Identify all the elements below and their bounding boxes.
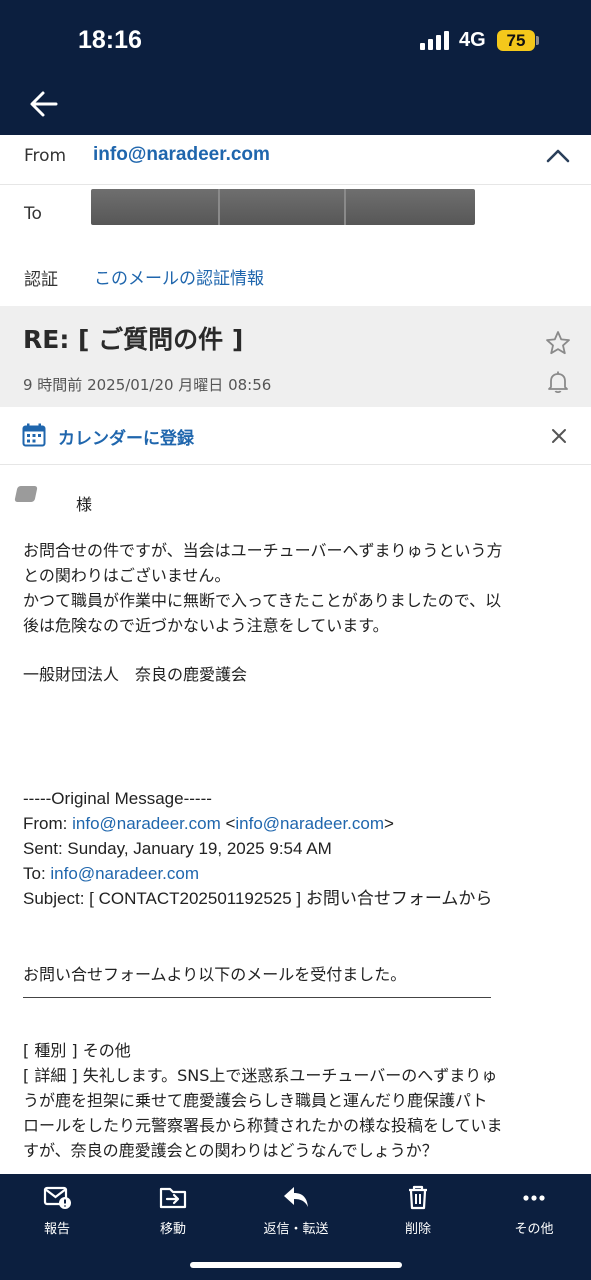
from-row: From info@naradeer.com	[0, 135, 591, 185]
report-button[interactable]: 報告	[7, 1182, 107, 1242]
original-from-link-2[interactable]: info@naradeer.com	[235, 814, 384, 833]
original-from-link[interactable]: info@naradeer.com	[72, 814, 221, 833]
to-row: To	[0, 185, 591, 245]
to-label: To	[24, 204, 42, 224]
move-button[interactable]: 移動	[123, 1182, 223, 1242]
divider	[23, 997, 491, 998]
move-label: 移動	[159, 1222, 186, 1237]
reply-forward-button[interactable]: 返信・転送	[246, 1182, 346, 1242]
email-body: 様 お問合せの件ですが、当会はユーチューバーへずまりゅうという方 との関わりはご…	[0, 466, 591, 1174]
battery-cap	[536, 36, 539, 45]
from-address[interactable]: info@naradeer.com	[93, 144, 270, 166]
battery-icon: 75	[497, 30, 535, 51]
redacted-recipient	[91, 189, 475, 225]
folder-move-icon	[159, 1187, 187, 1209]
auth-row: 認証 このメールの認証情報	[0, 245, 591, 306]
original-from-line: From: info@naradeer.com <info@naradeer.c…	[23, 814, 394, 833]
nav-bar	[0, 80, 591, 135]
reply-paragraph: お問合せの件ですが、当会はユーチューバーへずまりゅうという方 との関わりはござい…	[23, 541, 503, 635]
delete-button[interactable]: 削除	[368, 1182, 468, 1242]
reply-forward-label: 返信・転送	[263, 1222, 329, 1237]
calendar-icon[interactable]	[22, 423, 46, 447]
more-label: その他	[514, 1222, 554, 1237]
original-to-link[interactable]: info@naradeer.com	[50, 864, 199, 883]
report-label: 報告	[43, 1222, 70, 1237]
signature: 一般財団法人 奈良の鹿愛護会	[23, 665, 248, 684]
inquiry-details: [ 種別 ] その他 [ 詳細 ] 失礼します。SNS上で迷惑系ユーチューバーの…	[23, 1041, 503, 1160]
reply-icon	[284, 1187, 308, 1207]
calendar-row: カレンダーに登録	[0, 407, 591, 465]
from-label: From	[24, 146, 67, 166]
add-to-calendar-link[interactable]: カレンダーに登録	[58, 424, 194, 449]
more-dots-icon	[523, 1195, 545, 1201]
subject-title: RE: [ ご質問の件 ]	[23, 325, 244, 354]
auth-info-link[interactable]: このメールの認証情報	[94, 264, 264, 289]
salutation: 様	[76, 495, 93, 514]
status-bar: 18:16 4G 75	[0, 0, 591, 80]
status-time: 18:16	[78, 26, 142, 54]
redacted-name	[14, 486, 38, 502]
subject-block: RE: [ ご質問の件 ] 9 時間前 2025/01/20 月曜日 08:56	[0, 306, 591, 407]
more-button[interactable]: その他	[484, 1182, 584, 1242]
close-icon[interactable]	[550, 427, 568, 445]
back-arrow-icon[interactable]	[26, 86, 62, 122]
network-type: 4G	[459, 29, 486, 51]
received-line: お問い合せフォームより以下のメールを受付ました。	[23, 965, 407, 984]
bell-icon[interactable]	[547, 370, 569, 394]
star-icon[interactable]	[545, 330, 571, 356]
trash-icon	[409, 1185, 427, 1210]
chevron-up-icon[interactable]	[544, 145, 572, 167]
report-mail-icon	[43, 1186, 71, 1209]
original-to-line: To: info@naradeer.com	[23, 864, 200, 883]
home-indicator	[190, 1262, 402, 1268]
auth-label: 認証	[24, 270, 58, 290]
original-message-header: -----Original Message----- From: info@na…	[23, 789, 493, 908]
received-date: 9 時間前 2025/01/20 月曜日 08:56	[23, 376, 272, 394]
delete-label: 削除	[404, 1222, 431, 1237]
signal-strength-icon	[420, 30, 452, 50]
